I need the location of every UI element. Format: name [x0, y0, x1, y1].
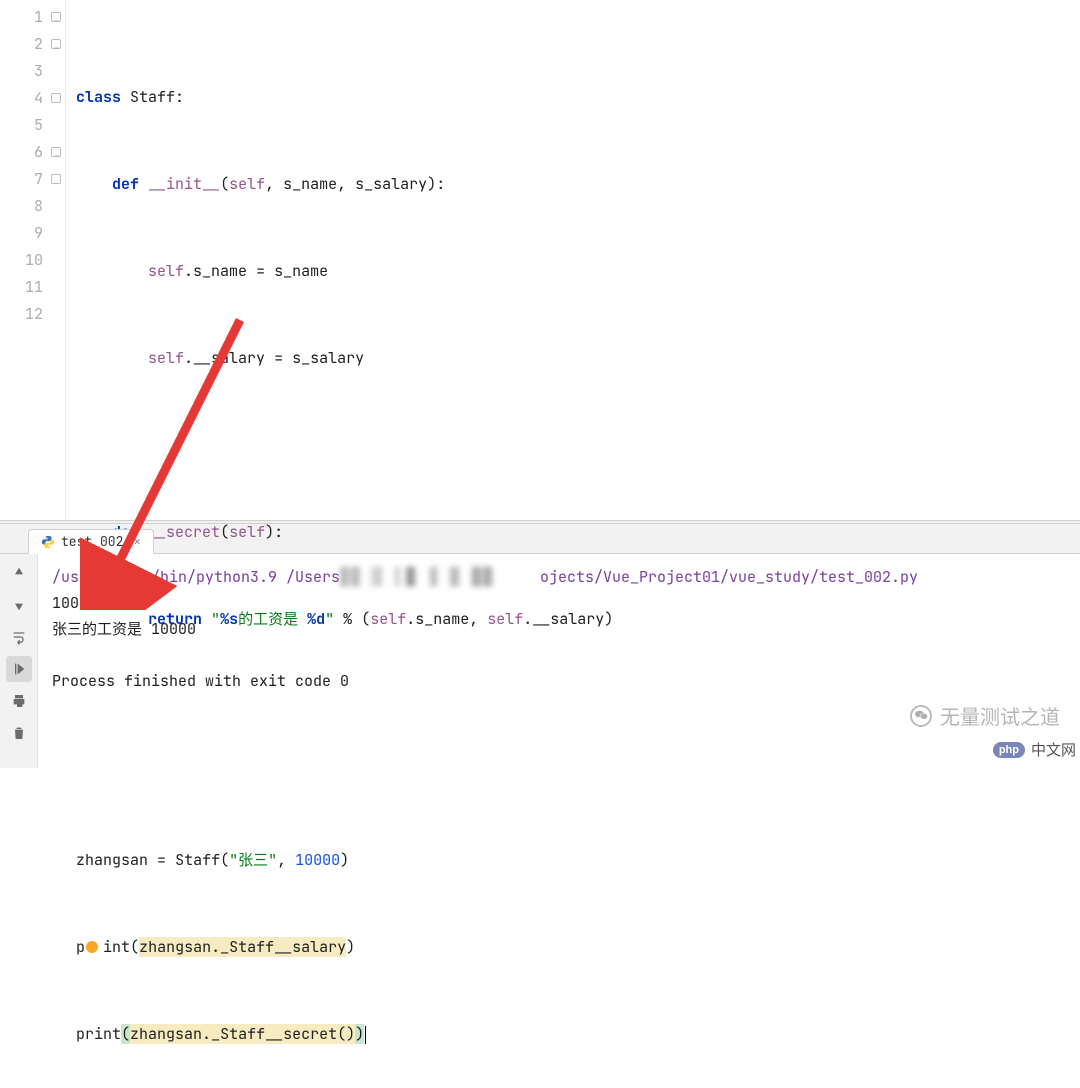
line-number: 4 [0, 85, 65, 112]
line-number: 7 [0, 166, 65, 193]
fold-marker-icon[interactable] [51, 12, 61, 22]
fold-marker-icon[interactable] [51, 39, 61, 49]
fold-marker-icon[interactable] [51, 147, 61, 157]
line-number: 1 [0, 4, 65, 31]
php-badge: php [993, 742, 1025, 758]
keyword-class: class [76, 87, 121, 107]
intention-bulb-icon[interactable] [86, 941, 98, 953]
line-number: 5 [0, 112, 65, 139]
site-watermark: php 中文网 [993, 739, 1076, 760]
code-line[interactable]: def __init__(self, s_name, s_salary): [66, 171, 1080, 198]
code-area[interactable]: class Staff: def __init__(self, s_name, … [66, 0, 1080, 520]
line-number: 6 [0, 139, 65, 166]
python-file-icon [41, 535, 55, 549]
wechat-icon [910, 705, 932, 727]
warning-highlight: zhangsan._Staff__secret() [130, 1024, 355, 1044]
line-number: 12 [0, 301, 65, 328]
code-line[interactable]: self.s_name = s_name [66, 258, 1080, 285]
fold-end-icon[interactable] [51, 174, 61, 184]
redacted-path: ████ ██ █ ████ ███ [340, 564, 540, 590]
line-number: 11 [0, 274, 65, 301]
warning-highlight: zhangsan._Staff__salary [139, 937, 346, 957]
soft-wrap-button[interactable] [6, 624, 32, 650]
code-editor[interactable]: 1 2 3 4 5 6 7 8 9 10 11 12 class Staff: … [0, 0, 1080, 520]
line-number: 9 [0, 220, 65, 247]
code-line[interactable] [66, 760, 1080, 787]
code-line[interactable]: p int(zhangsan._Staff__salary) [66, 934, 1080, 961]
line-number: 8 [0, 193, 65, 220]
code-line[interactable]: class Staff: [66, 84, 1080, 111]
close-icon[interactable]: × [133, 533, 141, 550]
line-number: 10 [0, 247, 65, 274]
scroll-to-end-button[interactable] [6, 656, 32, 682]
code-line[interactable]: zhangsan = Staff("张三", 10000) [66, 847, 1080, 874]
scroll-down-button[interactable] [6, 592, 32, 618]
current-line-highlight [66, 301, 1080, 328]
line-number-gutter: 1 2 3 4 5 6 7 8 9 10 11 12 [0, 0, 66, 520]
print-button[interactable] [6, 688, 32, 714]
code-line[interactable] [66, 432, 1080, 459]
code-line[interactable]: def __secret(self): [66, 519, 1080, 546]
line-number: 2 [0, 31, 65, 58]
run-tab[interactable]: test_002 × [28, 529, 154, 554]
scroll-up-button[interactable] [6, 560, 32, 586]
delete-button[interactable] [6, 720, 32, 746]
code-line[interactable]: return "%s的工资是 %d" % (self.s_name, self.… [66, 606, 1080, 633]
watermark: 无量测试之道 [910, 701, 1060, 730]
text-cursor [365, 1026, 366, 1044]
run-tab-label: test_002 [61, 533, 123, 550]
line-number: 3 [0, 58, 65, 85]
run-toolbar [0, 554, 38, 768]
fold-end-icon[interactable] [51, 93, 61, 103]
code-line[interactable]: self.__salary = s_salary [66, 345, 1080, 372]
code-line[interactable]: print(zhangsan._Staff__secret()) [66, 1021, 1080, 1048]
